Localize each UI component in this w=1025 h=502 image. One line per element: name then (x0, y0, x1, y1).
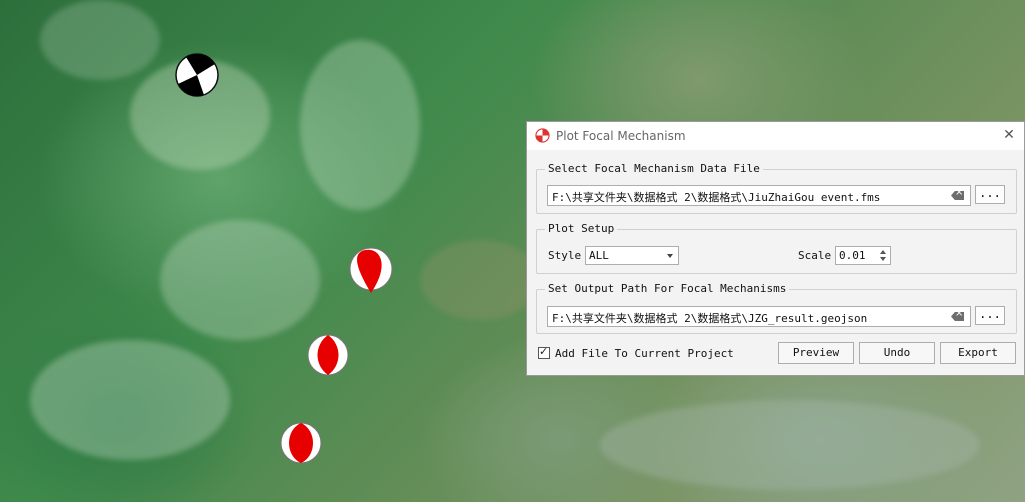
output-path-input[interactable]: F:\共享文件夹\数据格式 2\数据格式\JZG_result.geojson (547, 306, 971, 327)
beachball-red[interactable] (349, 247, 393, 293)
style-select-value: ALL (589, 249, 609, 262)
browse-data-file-button[interactable]: ... (975, 185, 1005, 204)
spin-down-icon[interactable] (880, 257, 886, 261)
data-file-path-text: F:\共享文件夹\数据格式 2\数据格式\JiuZhaiGou event.fm… (552, 191, 881, 204)
scale-value: 0.01 (839, 249, 866, 262)
plot-setup-group-legend: Plot Setup (545, 222, 618, 235)
data-file-group-legend: Select Focal Mechanism Data File (545, 162, 763, 175)
preview-button[interactable]: Preview (778, 342, 854, 364)
output-path-group-legend: Set Output Path For Focal Mechanisms (545, 282, 790, 295)
beachball-black[interactable] (175, 53, 219, 97)
browse-output-button[interactable]: ... (975, 306, 1005, 325)
scale-label: Scale (798, 249, 832, 262)
clear-icon[interactable] (951, 312, 964, 321)
checkmark-icon: ✓ (539, 345, 549, 358)
plot-focal-mechanism-dialog: Plot Focal Mechanism ✕ Select Focal Mech… (526, 121, 1025, 376)
beachball-red[interactable] (280, 422, 322, 464)
data-file-path-input[interactable]: F:\共享文件夹\数据格式 2\数据格式\JiuZhaiGou event.fm… (547, 185, 971, 206)
data-file-group: Select Focal Mechanism Data File F:\共享文件… (536, 162, 1017, 214)
undo-button[interactable]: Undo (859, 342, 935, 364)
focal-mechanism-icon (535, 128, 550, 143)
dialog-title: Plot Focal Mechanism (556, 129, 686, 143)
dialog-titlebar[interactable]: Plot Focal Mechanism ✕ (527, 122, 1024, 150)
output-path-group: Set Output Path For Focal Mechanisms F:\… (536, 282, 1017, 334)
beachball-red[interactable] (307, 334, 349, 376)
spin-up-icon[interactable] (880, 250, 886, 254)
style-label: Style (548, 249, 582, 262)
add-to-project-label: Add File To Current Project (555, 347, 734, 360)
plot-setup-group: Plot Setup Style ALL Scale 0.01 (536, 222, 1017, 274)
close-icon[interactable]: ✕ (1000, 126, 1018, 144)
style-select[interactable]: ALL (585, 246, 679, 265)
scale-spinbox[interactable]: 0.01 (835, 246, 891, 265)
clear-icon[interactable] (951, 191, 964, 200)
export-button[interactable]: Export (940, 342, 1016, 364)
output-path-text: F:\共享文件夹\数据格式 2\数据格式\JZG_result.geojson (552, 312, 868, 325)
add-to-project-checkbox[interactable]: ✓ (538, 345, 550, 359)
chevron-down-icon (667, 254, 673, 258)
